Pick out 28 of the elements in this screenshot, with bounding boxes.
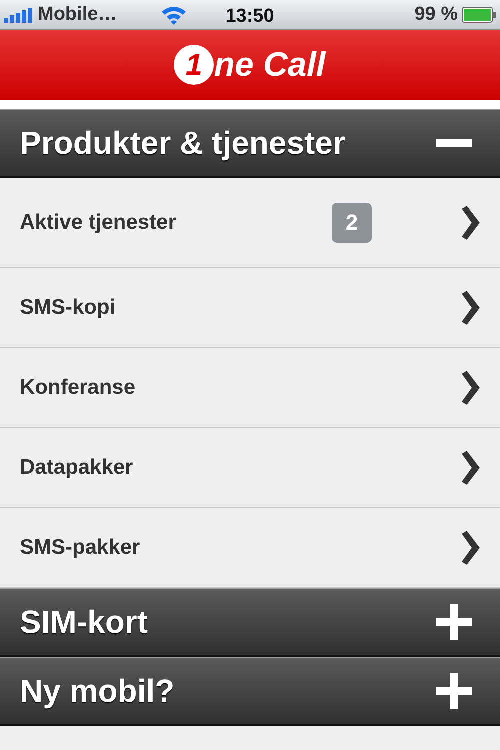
chevron-icon: [460, 290, 480, 324]
battery-icon: [462, 7, 496, 23]
chevron-icon: [460, 450, 480, 484]
chevron-icon: [460, 206, 480, 240]
section-title: Produkter & tjenester: [20, 124, 346, 163]
expand-icon: [436, 604, 472, 640]
item-label: SMS-kopi: [20, 294, 116, 321]
item-label: Konferanse: [20, 374, 136, 401]
chevron-icon: [460, 530, 480, 564]
accordion-header[interactable]: Ny mobil?: [0, 657, 500, 726]
clock: 13:50: [226, 5, 274, 29]
collapse-icon: [436, 139, 472, 147]
section-title: Ny mobil?: [20, 672, 175, 711]
section-title: SIM-kort: [20, 603, 148, 642]
chevron-icon: [460, 370, 480, 404]
carrier-name: Mobile…: [38, 2, 118, 27]
signal-icon: [4, 7, 34, 23]
battery-percent: 99 %: [414, 2, 458, 27]
item-label: SMS-pakker: [20, 534, 140, 561]
accordion-header[interactable]: Produkter & tjenester: [0, 109, 500, 178]
expand-icon: [436, 673, 472, 709]
logo-mark: 1: [174, 45, 214, 85]
item-label: Datapakker: [20, 454, 134, 481]
item-label: Aktive tjenester: [20, 210, 176, 236]
count-badge: 2: [332, 202, 372, 242]
wifi-icon: [161, 5, 188, 25]
logo-text: ne Call: [214, 48, 326, 82]
accordion-header[interactable]: SIM-kort: [0, 588, 500, 657]
